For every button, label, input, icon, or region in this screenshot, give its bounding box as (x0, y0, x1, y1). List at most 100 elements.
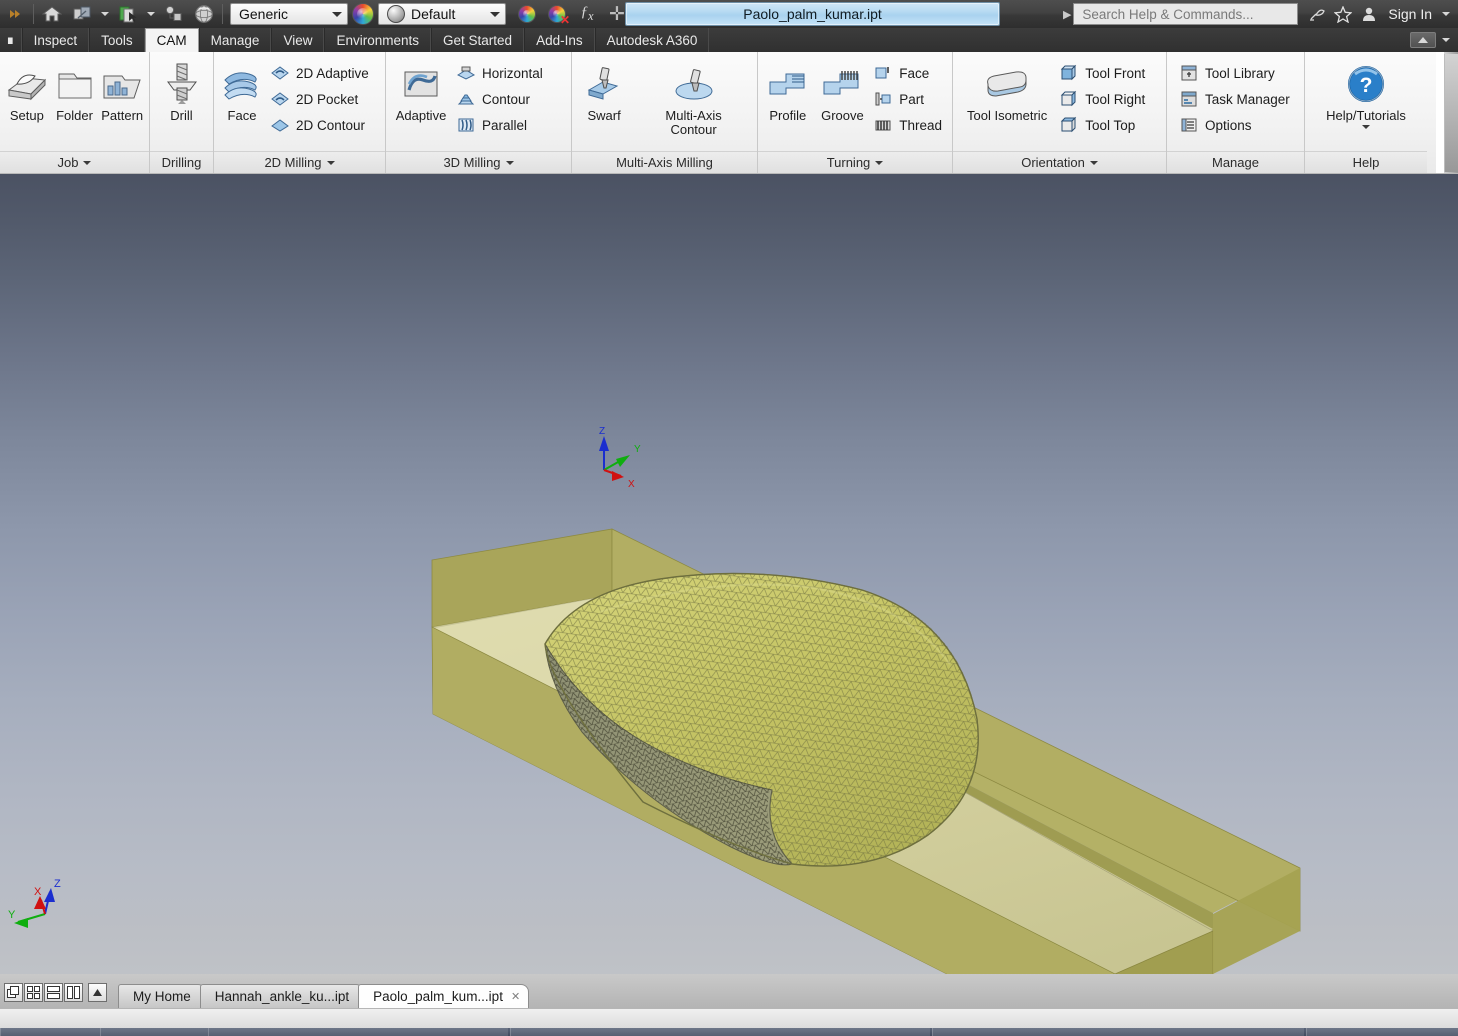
titlebar-expand-icon[interactable]: ▶ (1061, 8, 1073, 21)
appearance-select[interactable]: Default (378, 3, 506, 25)
model-viewport[interactable]: Z Y X Z Y X (0, 174, 1458, 974)
multi-axis-contour-button[interactable]: Multi-Axis Contour (634, 58, 753, 138)
menu-overflow-icon[interactable]: ∎ (0, 28, 22, 52)
document-tab-my-home[interactable]: My Home (118, 984, 206, 1008)
options-button[interactable]: Options (1177, 112, 1296, 138)
window-tile-button[interactable] (24, 983, 43, 1002)
setup-button[interactable]: Setup (4, 58, 50, 123)
panel-label-turning[interactable]: Turning (758, 151, 952, 173)
material-select[interactable]: Generic (230, 3, 348, 25)
2d-pocket-icon (270, 89, 290, 109)
material-sphere-icon[interactable] (189, 1, 219, 27)
adaptive-button[interactable]: Adaptive (390, 58, 452, 123)
tool-library-button[interactable]: Tool Library (1177, 60, 1296, 86)
panel-job-caret-icon[interactable] (83, 160, 92, 165)
os-taskbar (0, 1028, 1458, 1036)
tab-manage[interactable]: Manage (198, 28, 272, 52)
window-scroll-up-button[interactable] (88, 983, 107, 1002)
appearance-clear-icon[interactable]: ✕ (542, 1, 572, 27)
tool-isometric-button[interactable]: Tool Isometric (957, 58, 1055, 123)
help-tutorials-button[interactable]: ? Help/Tutorials (1318, 58, 1414, 130)
tab-inspect[interactable]: Inspect (21, 28, 90, 52)
appearance-adjust-icon[interactable] (512, 1, 542, 27)
tab-autodesk-a360[interactable]: Autodesk A360 (594, 28, 710, 52)
panel-label-2d-milling[interactable]: 2D Milling (214, 151, 385, 173)
help-dropdown-caret-icon[interactable] (1362, 125, 1370, 130)
home-icon[interactable] (37, 1, 67, 27)
qat-divider-2 (222, 4, 223, 24)
panel-label-orientation[interactable]: Orientation (953, 151, 1166, 173)
turn-face-button[interactable]: Face (871, 60, 948, 86)
task-manager-button[interactable]: Task Manager (1177, 86, 1296, 112)
model-canvas[interactable]: Z Y X Z Y X (0, 174, 1458, 974)
appearance-select-arrow-icon[interactable] (487, 11, 503, 17)
return-dropdown-arrow-icon[interactable] (97, 1, 113, 27)
ribbon-scroll-edge[interactable] (1436, 52, 1458, 173)
tab-environments[interactable]: Environments (324, 28, 432, 52)
turn-profile-button[interactable]: Profile (762, 58, 814, 123)
window-horizontal-button[interactable] (44, 983, 63, 1002)
document-tab-hannah-ankle[interactable]: Hannah_ankle_ku...ipt (199, 984, 365, 1008)
new-document-dropdown-arrow-icon[interactable] (143, 1, 159, 27)
tab-tools[interactable]: Tools (89, 28, 145, 52)
parallel-button[interactable]: Parallel (454, 112, 549, 138)
origin-axis-x-label: X (628, 479, 635, 490)
return-icon[interactable] (67, 1, 97, 27)
close-icon[interactable]: ✕ (511, 990, 520, 1003)
expand-arrow-icon[interactable] (0, 1, 30, 27)
2d-pocket-button[interactable]: 2D Pocket (268, 86, 375, 112)
swarf-icon (581, 60, 627, 106)
drill-button[interactable]: Drill (155, 58, 209, 123)
panel-label-multi-axis-milling: Multi-Axis Milling (572, 151, 757, 173)
tool-right-button[interactable]: Tool Right (1057, 86, 1151, 112)
2d-adaptive-button[interactable]: 2D Adaptive (268, 60, 375, 86)
document-tab-paolo-palm[interactable]: Paolo_palm_kum...ipt ✕ (358, 984, 530, 1008)
ribbon-display-icon[interactable] (1410, 32, 1436, 48)
tab-view[interactable]: View (271, 28, 325, 52)
turn-groove-button[interactable]: Groove (816, 58, 870, 123)
tab-get-started[interactable]: Get Started (431, 28, 525, 52)
horizontal-button[interactable]: Horizontal (454, 60, 549, 86)
tab-cam[interactable]: CAM (144, 28, 199, 52)
multi-axis-contour-label: Multi-Axis Contour (665, 108, 722, 138)
face-button[interactable]: Face (218, 58, 266, 123)
panel-label-3d-milling[interactable]: 3D Milling (386, 151, 571, 173)
quick-access-toolbar (0, 0, 226, 28)
constraints-icon[interactable] (159, 1, 189, 27)
contour-button[interactable]: Contour (454, 86, 549, 112)
material-color-swatch-icon[interactable] (352, 3, 374, 25)
origin-axis-z-label: Z (599, 426, 605, 437)
window-cascade-button[interactable] (4, 983, 23, 1002)
folder-button[interactable]: Folder (52, 58, 98, 123)
tool-top-button[interactable]: Tool Top (1057, 112, 1151, 138)
horizontal-icon (456, 63, 476, 83)
tab-add-ins[interactable]: Add-Ins (524, 28, 595, 52)
task-manager-icon (1179, 89, 1199, 109)
ribbon-panel-manage: Tool Library Task Manager Options Manage (1167, 52, 1305, 173)
tool-front-button[interactable]: Tool Front (1057, 60, 1151, 86)
panel-3d-milling-caret-icon[interactable] (505, 160, 514, 165)
new-document-icon[interactable] (113, 1, 143, 27)
panel-turning-caret-icon[interactable] (875, 160, 884, 165)
star-icon[interactable] (1330, 3, 1356, 25)
satellite-icon[interactable] (1304, 3, 1330, 25)
tool-library-icon (1179, 63, 1199, 83)
window-vertical-button[interactable] (64, 983, 83, 1002)
corner-axis-z-label: Z (54, 878, 61, 890)
adaptive-icon (397, 60, 445, 106)
panel-orientation-caret-icon[interactable] (1089, 160, 1098, 165)
turn-thread-button[interactable]: Thread (871, 112, 948, 138)
swarf-button[interactable]: Swarf (576, 58, 632, 123)
turn-part-button[interactable]: Part (871, 86, 948, 112)
tool-isometric-icon (976, 60, 1038, 106)
fx-icon[interactable]: ƒx (572, 1, 602, 27)
material-select-arrow-icon[interactable] (329, 11, 345, 17)
pattern-button[interactable]: Pattern (99, 58, 145, 123)
panel-label-job[interactable]: Job (0, 151, 149, 173)
search-input[interactable]: Search Help & Commands... (1073, 3, 1299, 25)
2d-contour-button[interactable]: 2D Contour (268, 112, 375, 138)
ribbon-display-arrow-icon[interactable] (1440, 38, 1452, 42)
panel-2d-milling-caret-icon[interactable] (326, 160, 335, 165)
sign-in-button[interactable]: Sign In (1382, 6, 1438, 22)
sign-in-dropdown-arrow-icon[interactable] (1438, 1, 1454, 27)
